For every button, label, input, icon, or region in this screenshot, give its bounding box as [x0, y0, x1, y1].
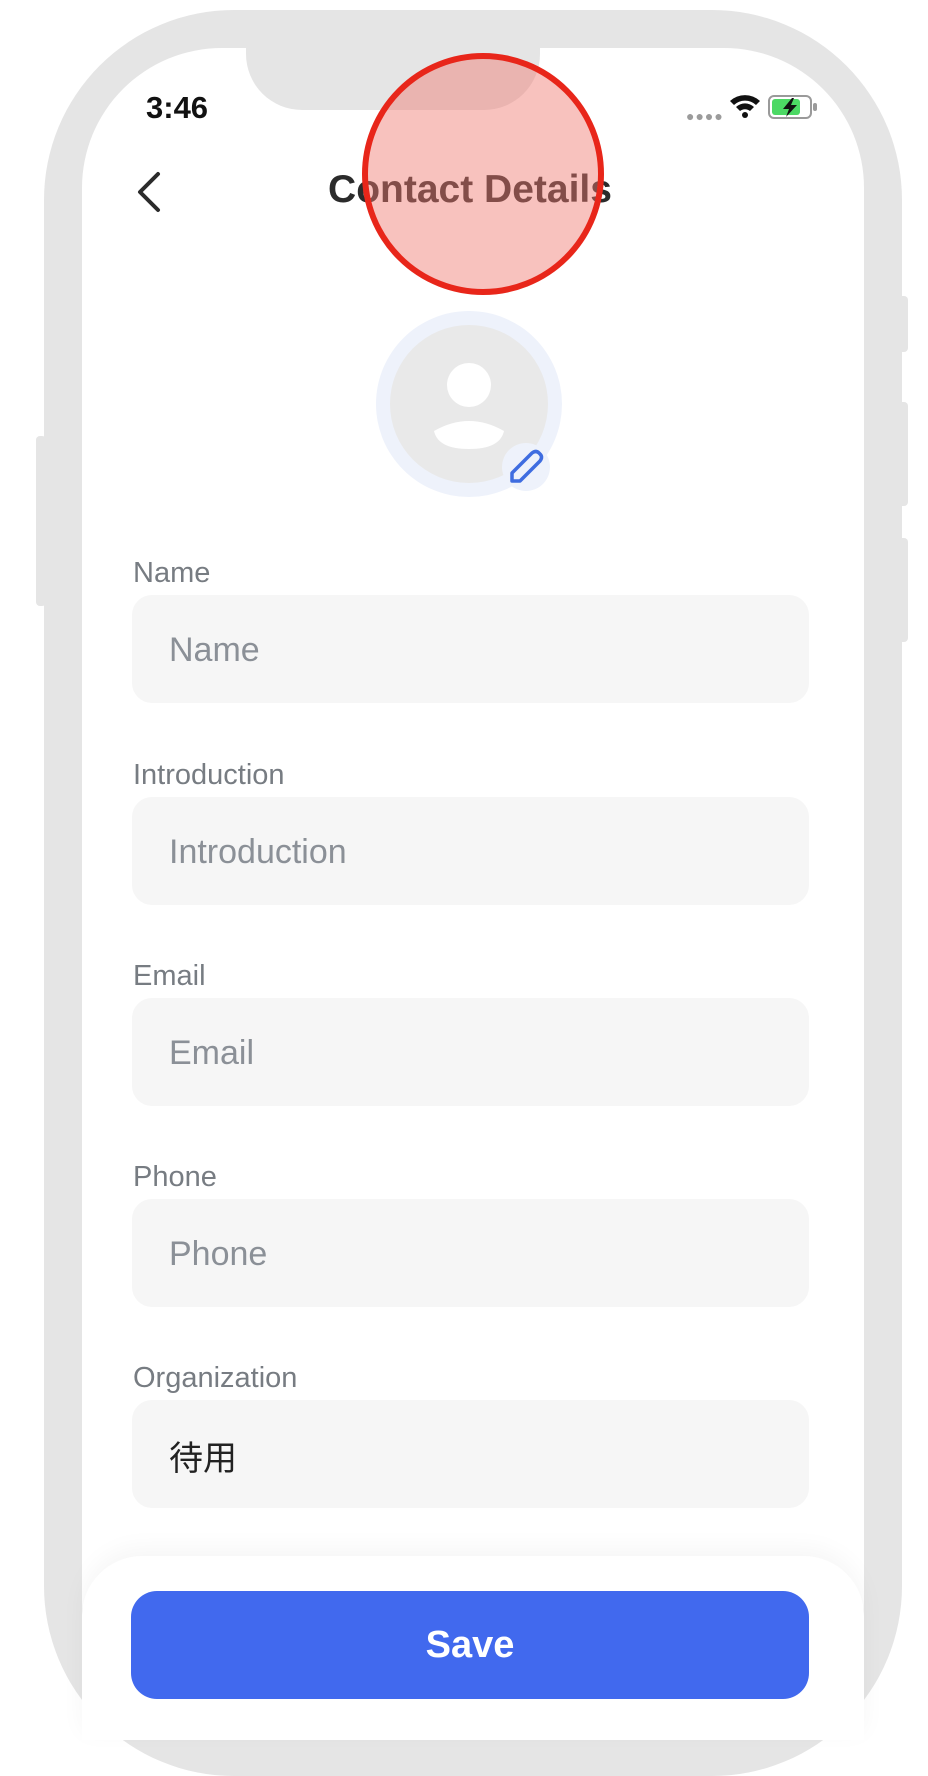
save-button[interactable]: Save [131, 1591, 809, 1699]
introduction-field-box [132, 797, 813, 907]
status-icons: ●●●● [686, 90, 826, 124]
phone-label: Phone [133, 1161, 217, 1193]
email-label: Email [133, 960, 206, 992]
wifi-icon [730, 95, 760, 118]
status-time: 3:46 [146, 90, 209, 125]
phone-input[interactable] [167, 1199, 813, 1309]
battery-charging-icon [768, 95, 817, 119]
signal-icon: ●●●● [686, 108, 724, 124]
organization-field-box [132, 1400, 813, 1510]
email-input[interactable] [167, 998, 813, 1108]
email-field-box [132, 998, 813, 1108]
mute-switch [36, 436, 46, 606]
organization-input[interactable] [167, 1400, 813, 1510]
volume-up-button [898, 402, 908, 506]
introduction-label: Introduction [133, 759, 285, 791]
edit-avatar-button[interactable] [502, 443, 550, 491]
phone-field-box [132, 1199, 813, 1309]
power-button [898, 296, 908, 352]
avatar[interactable] [376, 311, 562, 497]
tap-indicator [362, 53, 604, 295]
name-label: Name [133, 557, 211, 589]
name-field-box [132, 595, 813, 705]
volume-down-button [898, 538, 908, 642]
introduction-input[interactable] [167, 797, 813, 907]
name-input[interactable] [167, 595, 813, 705]
organization-label: Organization [133, 1362, 298, 1394]
pencil-icon [510, 449, 544, 483]
